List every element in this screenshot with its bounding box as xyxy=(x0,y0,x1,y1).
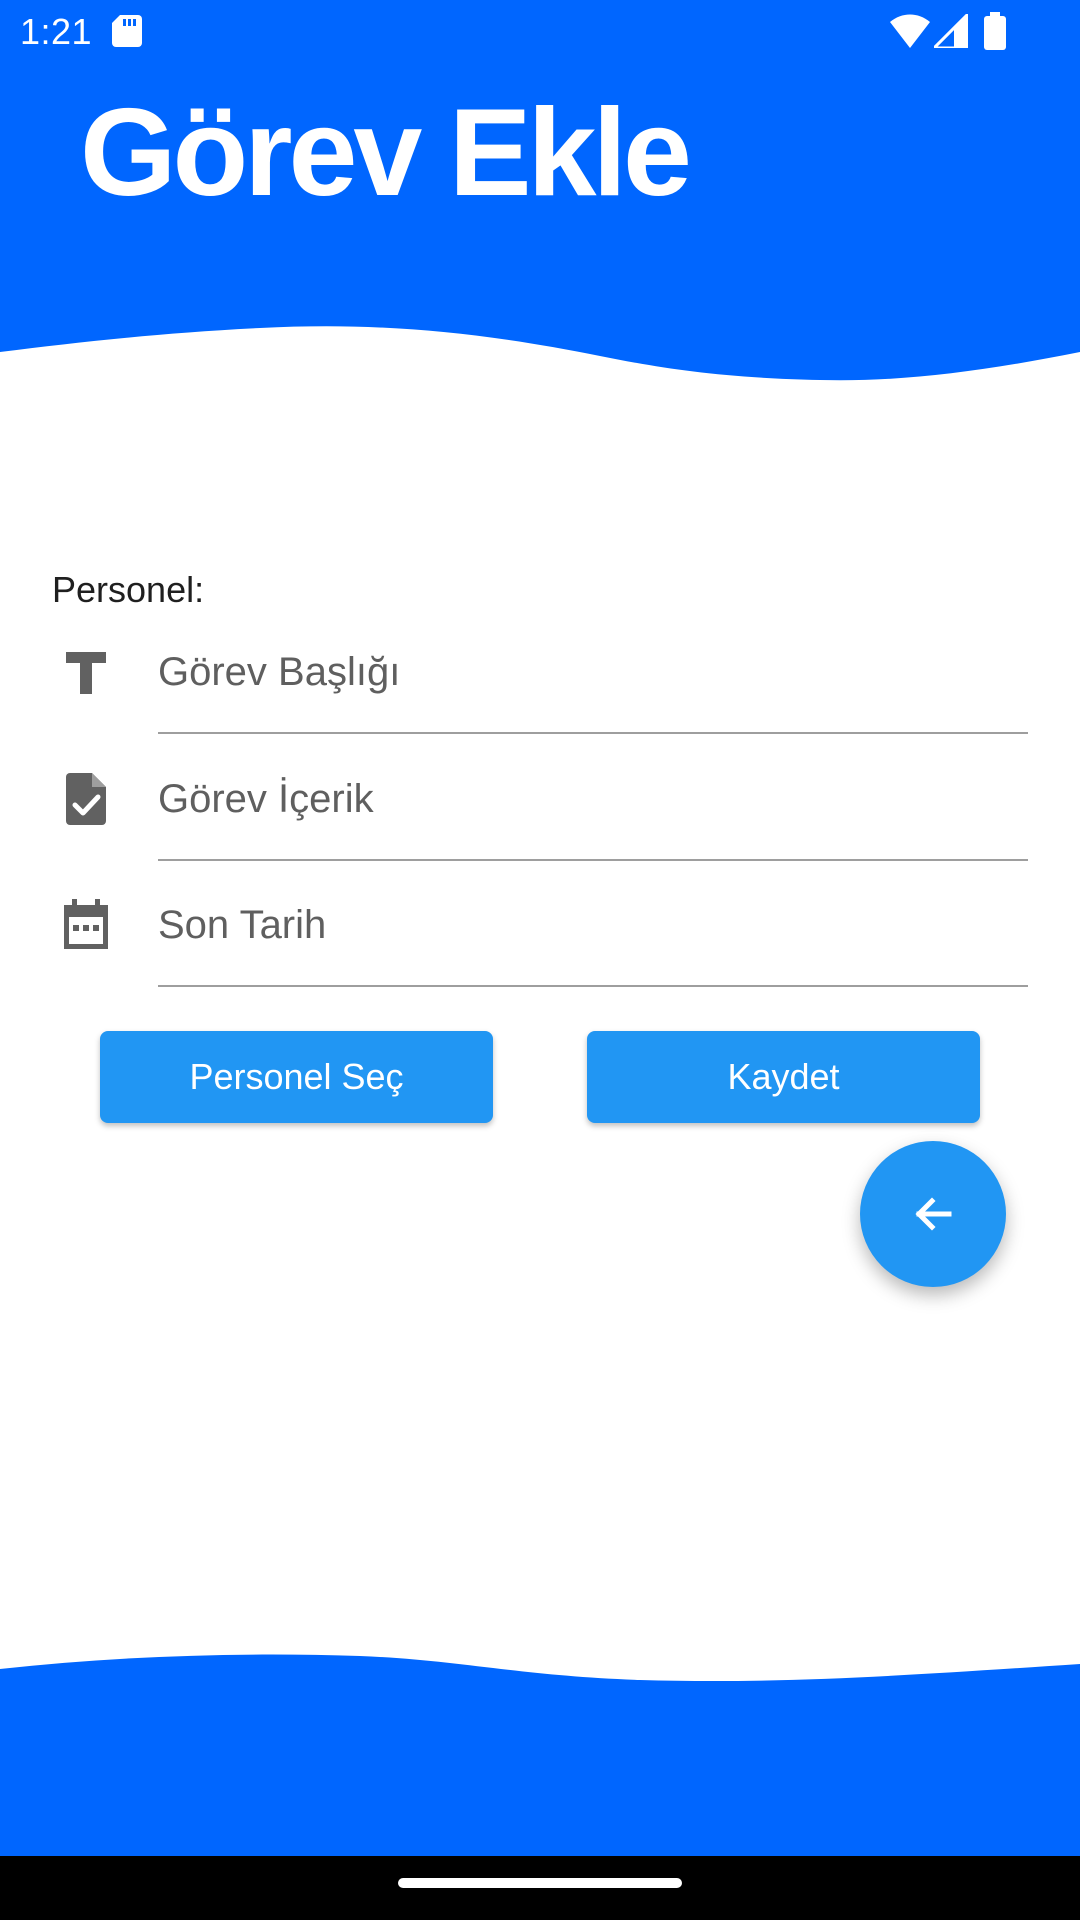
select-personel-button[interactable]: Personel Seç xyxy=(100,1031,493,1123)
save-button[interactable]: Kaydet xyxy=(587,1031,980,1123)
title-text-icon xyxy=(66,652,106,694)
page-title: Görev Ekle xyxy=(80,84,692,222)
status-time: 1:21 xyxy=(20,11,93,52)
task-content-field xyxy=(52,739,1028,865)
arrow-back-icon xyxy=(915,1197,952,1231)
task-title-field xyxy=(52,612,1028,738)
status-bar: 1:21 xyxy=(0,0,1080,64)
document-check-icon xyxy=(66,773,106,825)
due-date-field xyxy=(52,865,1028,991)
back-fab-button[interactable] xyxy=(860,1141,1006,1287)
task-content-input[interactable] xyxy=(158,739,1028,861)
personel-label: Personel: xyxy=(52,569,205,610)
navigation-bar xyxy=(0,1856,1080,1920)
home-indicator[interactable] xyxy=(398,1878,682,1888)
due-date-input[interactable] xyxy=(158,865,1028,987)
signal-icon xyxy=(934,14,968,48)
sd-card-icon xyxy=(112,15,142,47)
wifi-icon xyxy=(890,14,930,48)
calendar-icon xyxy=(64,899,108,949)
task-title-input[interactable] xyxy=(158,612,1028,734)
battery-icon xyxy=(984,12,1006,50)
footer-background xyxy=(0,1654,1080,1860)
